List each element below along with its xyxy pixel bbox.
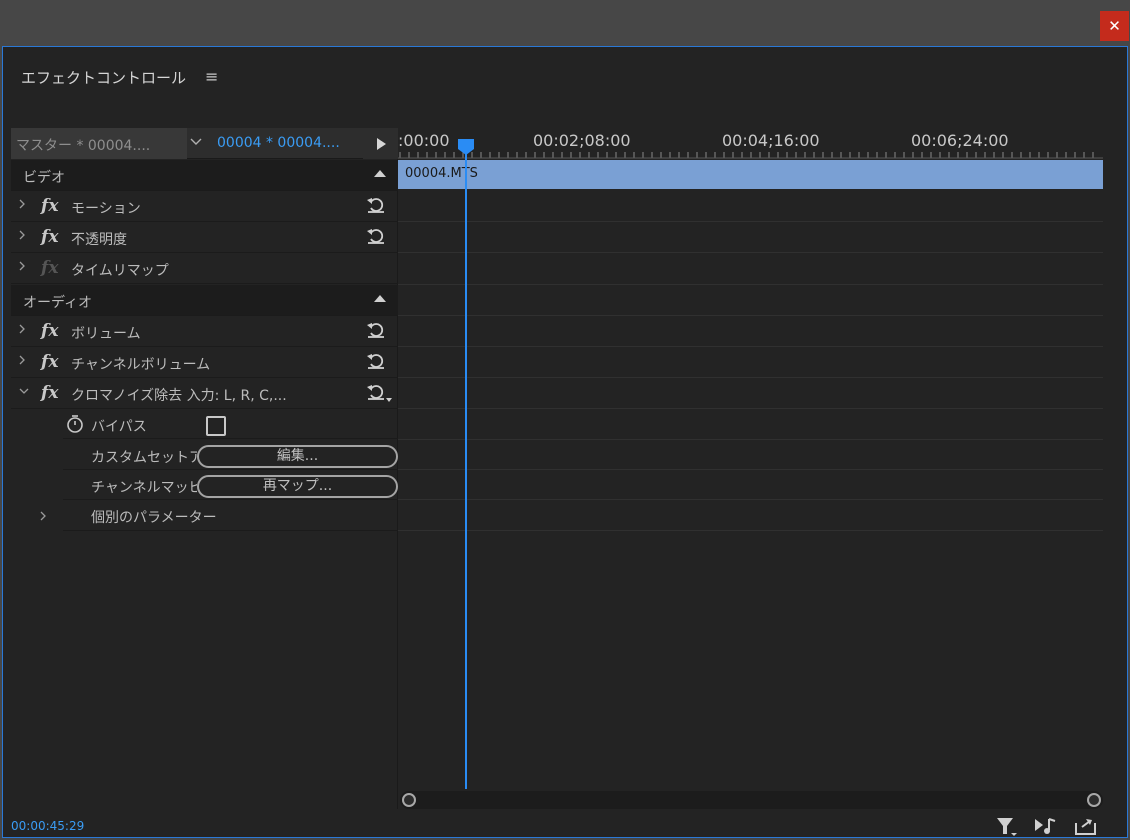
time-ruler[interactable]: :00:00 00:02;08:00 00:04;16:00 00:06;24:… xyxy=(398,128,1103,159)
param-label: 個別のパラメーター xyxy=(91,510,217,526)
timeline-scrollbar[interactable] xyxy=(400,791,1103,809)
section-video[interactable]: ビデオ xyxy=(11,160,398,191)
playhead-line[interactable] xyxy=(465,139,467,789)
edit-button[interactable]: 編集... xyxy=(197,445,398,468)
collapse-arrow-icon[interactable] xyxy=(374,168,386,181)
effect-row-motion[interactable]: fx モーション xyxy=(11,191,398,222)
param-label: バイパス xyxy=(91,419,147,435)
effect-controls-panel: エフェクトコントロール ≡ マスター * 00004.... 00004 * 0… xyxy=(2,46,1128,838)
chevron-right-icon[interactable] xyxy=(18,198,26,214)
panel-title: エフェクトコントロール xyxy=(21,69,187,87)
effect-label: クロマノイズ除去 入力: L, R, C,... xyxy=(71,388,287,404)
scroll-handle-left[interactable] xyxy=(402,793,416,807)
ruler-label: 00:06;24:00 xyxy=(911,131,1009,150)
row-divider xyxy=(398,284,1103,285)
fx-icon[interactable]: fx xyxy=(41,352,58,372)
row-divider xyxy=(398,346,1103,347)
reset-icon[interactable] xyxy=(365,225,387,247)
fx-icon: fx xyxy=(41,258,59,278)
remap-button[interactable]: 再マップ... xyxy=(197,475,398,498)
effects-list-pane: マスター * 00004.... 00004 * 00004.... ビデオ f… xyxy=(11,128,398,809)
effect-row-channel-volume[interactable]: fx チャンネルボリューム xyxy=(11,347,398,378)
row-divider xyxy=(398,439,1103,440)
fx-icon[interactable]: fx xyxy=(41,227,58,247)
scroll-handle-right[interactable] xyxy=(1087,793,1101,807)
reset-icon[interactable] xyxy=(365,350,387,372)
chevron-right-icon[interactable] xyxy=(18,323,26,339)
playhead-handle[interactable] xyxy=(458,139,474,155)
row-divider xyxy=(398,315,1103,316)
hamburger-menu-icon[interactable]: ≡ xyxy=(205,67,218,86)
export-icon[interactable] xyxy=(1073,815,1099,837)
chevron-right-icon[interactable] xyxy=(39,507,47,526)
param-row-individual[interactable]: 個別のパラメーター xyxy=(40,500,398,531)
reset-icon[interactable] xyxy=(365,194,387,216)
row-divider xyxy=(398,221,1103,222)
fx-icon[interactable]: fx xyxy=(41,383,58,403)
row-divider xyxy=(398,530,1103,531)
param-row-custom-setup: カスタムセットアップ 編集... xyxy=(63,440,398,470)
effect-label: モーション xyxy=(71,201,141,217)
row-divider xyxy=(398,252,1103,253)
play-icon[interactable] xyxy=(363,128,398,159)
reset-icon[interactable] xyxy=(365,319,387,341)
chevron-down-icon[interactable] xyxy=(18,385,30,400)
close-button[interactable]: ✕ xyxy=(1100,11,1129,41)
effect-label: 不透明度 xyxy=(71,232,127,248)
tab-master-clip[interactable]: マスター * 00004.... xyxy=(11,128,187,159)
ruler-label: 00:02;08:00 xyxy=(533,131,631,150)
panel-footer: 00:00:45:29 xyxy=(3,815,1129,839)
param-row-bypass: バイパス xyxy=(63,409,398,439)
section-audio[interactable]: オーディオ xyxy=(11,285,398,316)
row-divider xyxy=(398,469,1103,470)
chevron-down-icon[interactable] xyxy=(189,134,203,152)
row-divider xyxy=(398,377,1103,378)
bypass-checkbox[interactable] xyxy=(206,416,226,436)
chevron-right-icon[interactable] xyxy=(18,260,26,276)
current-timecode[interactable]: 00:00:45:29 xyxy=(11,819,84,833)
stopwatch-icon[interactable] xyxy=(66,414,84,438)
section-label: オーディオ xyxy=(23,295,93,311)
filter-icon[interactable] xyxy=(993,815,1019,837)
effect-row-opacity[interactable]: fx 不透明度 xyxy=(11,222,398,253)
collapse-arrow-icon[interactable] xyxy=(374,293,386,306)
effect-row-volume[interactable]: fx ボリューム xyxy=(11,316,398,347)
tab-current-clip[interactable]: 00004 * 00004.... xyxy=(217,135,340,151)
timeline-pane[interactable]: :00:00 00:02;08:00 00:04;16:00 00:06;24:… xyxy=(398,128,1103,809)
row-divider xyxy=(398,408,1103,409)
clip-tabs: マスター * 00004.... 00004 * 00004.... xyxy=(11,128,398,159)
clip-bar[interactable]: 00004.MTS xyxy=(398,160,1103,189)
window-titlebar: ✕ xyxy=(0,0,1130,46)
param-label: カスタムセットアップ xyxy=(91,450,197,466)
fx-icon[interactable]: fx xyxy=(41,196,58,216)
param-label: チャンネルマッピング xyxy=(91,480,197,496)
fx-icon[interactable]: fx xyxy=(41,321,58,341)
effect-label: チャンネルボリューム xyxy=(71,357,211,373)
reset-dropdown-icon[interactable] xyxy=(365,381,392,403)
ruler-label: 00:04;16:00 xyxy=(722,131,820,150)
close-icon: ✕ xyxy=(1108,17,1121,35)
ruler-label: :00:00 xyxy=(398,131,450,150)
effect-row-time-remap[interactable]: fx タイムリマップ xyxy=(11,253,398,284)
effect-label: タイムリマップ xyxy=(71,263,169,279)
chevron-right-icon[interactable] xyxy=(18,354,26,370)
effect-label: ボリューム xyxy=(71,326,141,342)
section-label: ビデオ xyxy=(23,170,65,186)
audio-play-icon[interactable] xyxy=(1033,815,1059,837)
chevron-right-icon[interactable] xyxy=(18,229,26,245)
effect-row-chroma-noise[interactable]: fx クロマノイズ除去 入力: L, R, C,... xyxy=(11,378,398,409)
param-row-channel-map: チャンネルマッピング 再マップ... xyxy=(63,470,398,500)
row-divider xyxy=(398,499,1103,500)
